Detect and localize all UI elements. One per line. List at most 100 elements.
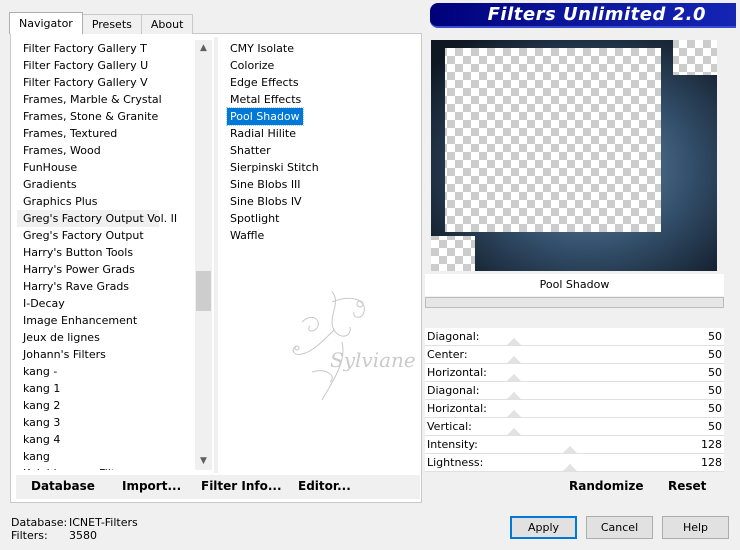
filter-preview-image (431, 40, 717, 271)
filter-item[interactable]: Pool Shadow (226, 107, 304, 126)
filter-item[interactable]: Waffle (224, 227, 418, 244)
category-item[interactable]: kang 1 (17, 380, 195, 397)
status-database-label: Database: (11, 516, 68, 529)
slider-thumb[interactable] (507, 356, 521, 363)
param-value: 50 (708, 402, 722, 415)
param-slider-row[interactable]: Vertical: 50 (425, 418, 724, 436)
tab-navigator[interactable]: Navigator (9, 12, 83, 34)
param-label: Vertical: (427, 420, 472, 433)
apply-button[interactable]: Apply (510, 516, 577, 539)
tab-bar: Navigator Presets About (9, 12, 194, 34)
scroll-thumb[interactable] (196, 271, 211, 311)
slider-thumb[interactable] (507, 392, 521, 399)
category-item[interactable]: kang - (17, 363, 195, 380)
category-item[interactable]: FunHouse (17, 159, 195, 176)
watermark-signature: Sylviane (292, 291, 416, 401)
category-item[interactable]: Frames, Stone & Granite (17, 108, 195, 125)
watermark-text: Sylviane (330, 348, 416, 372)
category-item[interactable]: Greg's Factory Output (17, 227, 195, 244)
param-value: 128 (701, 456, 722, 469)
slider-thumb[interactable] (507, 374, 521, 381)
preview-caption: Pool Shadow (425, 274, 724, 296)
category-item[interactable]: Filter Factory Gallery U (17, 57, 195, 74)
slider-thumb[interactable] (507, 338, 521, 345)
filter-item[interactable]: Radial Hilite (224, 125, 418, 142)
category-item[interactable]: Greg's Factory Output Vol. II (17, 210, 177, 227)
category-item[interactable]: Filter Factory Gallery V (17, 74, 195, 91)
category-item[interactable]: Frames, Wood (17, 142, 195, 159)
parameter-panel: Diagonal: 50 Center: 50 Horizontal: 50 Diagona… (425, 328, 724, 472)
filter-item[interactable]: Spotlight (224, 210, 418, 227)
banner-title: Filters Unlimited 2.0 (487, 4, 706, 25)
tab-about[interactable]: About (140, 14, 194, 34)
param-value: 50 (708, 348, 722, 361)
param-slider-row[interactable]: Horizontal: 50 (425, 400, 724, 418)
param-value: 50 (708, 420, 722, 433)
category-item[interactable]: Harry's Power Grads (17, 261, 195, 278)
param-slider-row[interactable]: Intensity: 128 (425, 436, 724, 454)
category-item[interactable]: Kaleidoscope Filters (17, 465, 195, 470)
category-item[interactable]: Jeux de lignes (17, 329, 195, 346)
param-label: Lightness: (427, 456, 484, 469)
param-slider-row[interactable]: Lightness: 128 (425, 454, 724, 472)
category-item[interactable]: kang 3 (17, 414, 195, 431)
scroll-down-arrow-icon[interactable]: ▼ (195, 453, 212, 470)
status-filters-label: Filters: (11, 529, 48, 542)
category-item[interactable]: Filter Factory Gallery T (17, 40, 195, 57)
cancel-button[interactable]: Cancel (586, 516, 653, 539)
import-button[interactable]: Import... (122, 479, 181, 493)
progress-bar (425, 297, 724, 308)
navigator-button-row: Database Import... Filter Info... Editor… (16, 475, 420, 499)
status-filters-value: 3580 (69, 529, 97, 542)
param-button-row: Randomize Reset (425, 475, 724, 499)
category-item[interactable]: I-Decay (17, 295, 195, 312)
category-item[interactable]: kang 2 (17, 397, 195, 414)
category-item[interactable]: Harry's Button Tools (17, 244, 195, 261)
help-button[interactable]: Help (662, 516, 729, 539)
param-value: 50 (708, 366, 722, 379)
filter-item[interactable]: Sierpinski Stitch (224, 159, 418, 176)
param-slider-row[interactable]: Center: 50 (425, 346, 724, 364)
category-list[interactable]: Filter Factory Gallery T Filter Factory G… (17, 40, 195, 470)
slider-thumb[interactable] (507, 428, 521, 435)
param-slider-row[interactable]: Diagonal: 50 (425, 382, 724, 400)
param-slider-row[interactable]: Horizontal: 50 (425, 364, 724, 382)
category-item[interactable]: Gradients (17, 176, 195, 193)
filter-item[interactable]: Colorize (224, 57, 418, 74)
slider-thumb[interactable] (562, 464, 577, 471)
slider-thumb[interactable] (507, 410, 521, 417)
param-value: 50 (708, 330, 722, 343)
filter-item[interactable]: Sine Blobs IV (224, 193, 418, 210)
tab-presets[interactable]: Presets (81, 14, 142, 34)
param-slider-row[interactable]: Diagonal: 50 (425, 328, 724, 346)
status-info: Database: ICNET-Filters Filters: 3580 (11, 516, 138, 542)
list-splitter[interactable] (214, 37, 218, 473)
category-item[interactable]: kang 4 (17, 431, 195, 448)
filter-item[interactable]: Metal Effects (224, 91, 418, 108)
scroll-up-arrow-icon[interactable]: ▲ (195, 40, 212, 57)
category-scrollbar[interactable]: ▲ ▼ (195, 40, 212, 470)
reset-button[interactable]: Reset (668, 479, 706, 493)
param-label: Center: (427, 348, 468, 361)
param-value: 128 (701, 438, 722, 451)
param-label: Diagonal: (427, 384, 480, 397)
category-item[interactable]: Frames, Textured (17, 125, 195, 142)
filter-item[interactable]: Sine Blobs III (224, 176, 418, 193)
category-item[interactable]: kang (17, 448, 195, 465)
category-item[interactable]: Johann's Filters (17, 346, 195, 363)
category-item[interactable]: Graphics Plus (17, 193, 195, 210)
category-item[interactable]: Image Enhancement (17, 312, 195, 329)
slider-thumb[interactable] (562, 446, 577, 453)
filter-info-button[interactable]: Filter Info... (201, 479, 282, 493)
category-item[interactable]: Harry's Rave Grads (17, 278, 195, 295)
status-database-value: ICNET-Filters (69, 516, 138, 529)
filter-item[interactable]: Shatter (224, 142, 418, 159)
editor-button[interactable]: Editor... (298, 479, 351, 493)
filter-item[interactable]: Edge Effects (224, 74, 418, 91)
filter-item[interactable]: CMY Isolate (224, 40, 418, 57)
randomize-button[interactable]: Randomize (569, 479, 643, 493)
database-button[interactable]: Database (31, 479, 95, 493)
params-spacer (425, 309, 724, 329)
category-item[interactable]: Frames, Marble & Crystal (17, 91, 195, 108)
param-label: Horizontal: (427, 402, 487, 415)
